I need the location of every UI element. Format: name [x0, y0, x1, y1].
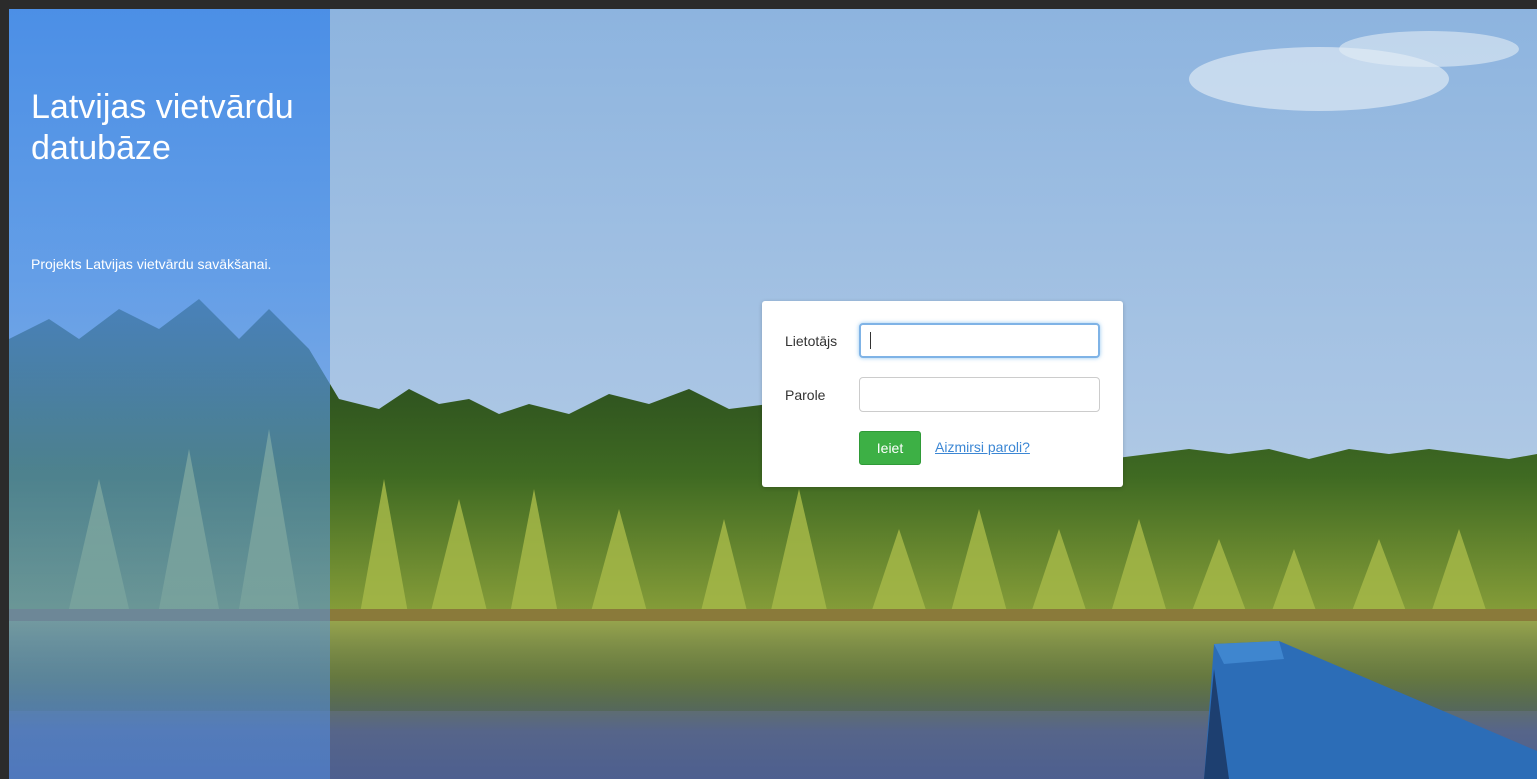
forgot-password-link[interactable]: Aizmirsi paroli? — [935, 439, 1030, 455]
username-label: Lietotājs — [785, 333, 838, 349]
login-form: Lietotājs Parole Ieiet Aizmirsi paroli? — [762, 301, 1123, 487]
app-frame: Latvijas vietvārdu datubāze Projekts Lat… — [9, 9, 1537, 779]
password-input[interactable] — [859, 377, 1100, 412]
password-label: Parole — [785, 387, 826, 403]
sidebar-panel: Latvijas vietvārdu datubāze Projekts Lat… — [9, 9, 330, 779]
username-input[interactable] — [859, 323, 1100, 358]
login-button[interactable]: Ieiet — [859, 431, 921, 465]
text-caret — [870, 332, 871, 349]
app-title: Latvijas vietvārdu datubāze — [31, 88, 294, 167]
app-subtitle: Projekts Latvijas vietvārdu savākšanai. — [31, 256, 272, 272]
